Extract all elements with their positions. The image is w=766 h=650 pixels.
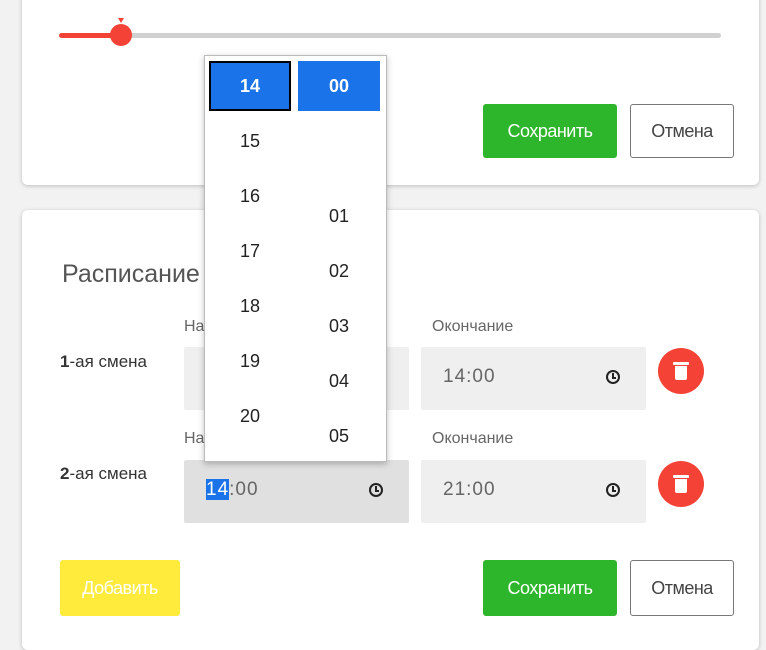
hour-option[interactable]: 16 [209,186,291,206]
minute-option[interactable]: 02 [298,261,380,281]
trash-icon [673,362,689,380]
hour-option[interactable]: 15 [209,131,291,151]
shift-2-start-rest: :00 [229,479,259,500]
shift-2-start-value: 14:00 [206,479,259,501]
shift-1-end-value: 14:00 [443,366,496,387]
shift-1-end-field[interactable]: 14:00 [421,347,646,410]
delete-shift-1-button[interactable] [658,348,704,394]
clock-icon[interactable] [606,370,620,384]
minute-option[interactable]: 00 [298,61,380,111]
shift-2-label: 2-ая смена [60,464,147,484]
shift-1-end-label: Окончание [432,318,514,335]
shift-2-end-label: Окончание [432,430,514,447]
shift-2-end-value: 21:00 [443,479,496,500]
slider-marker [118,18,124,23]
add-shift-button[interactable]: Добавить [60,560,180,616]
schedule-title: Расписание [62,260,200,288]
clock-icon[interactable] [606,483,620,497]
hour-option[interactable]: 20 [209,406,291,426]
cancel-button-top[interactable]: Отмена [630,104,734,158]
shift-1-label: 1-ая смена [60,352,147,372]
hour-option[interactable]: 18 [209,296,291,316]
top-card: Сохранить Отмена [22,0,759,185]
cancel-button[interactable]: Отмена [630,560,734,616]
time-picker-dropdown: 14 15 16 17 18 19 20 00 01 02 03 04 05 [204,55,387,462]
shift-2-start-hour-selected: 14 [206,479,230,500]
range-slider[interactable] [59,18,721,46]
minute-option[interactable]: 05 [298,426,380,446]
shift-1-text: -ая смена [69,352,147,371]
save-button[interactable]: Сохранить [483,560,617,616]
minute-option[interactable]: 03 [298,316,380,336]
hour-option[interactable]: 17 [209,241,291,261]
delete-shift-2-button[interactable] [658,461,704,507]
shift-2-end-field[interactable]: 21:00 [421,460,646,523]
save-button-top[interactable]: Сохранить [483,104,617,158]
slider-thumb[interactable] [110,24,132,46]
hour-option[interactable]: 14 [209,61,291,111]
clock-icon[interactable] [369,483,383,497]
minute-option[interactable]: 04 [298,371,380,391]
trash-icon [673,475,689,493]
hour-option[interactable]: 19 [209,351,291,371]
shift-2-start-field[interactable]: 14:00 [184,460,409,523]
minute-option[interactable]: 01 [298,206,380,226]
schedule-card: Расписание 1-ая смена Начало Окончание 1… [22,210,759,650]
shift-2-text: -ая смена [69,464,147,483]
